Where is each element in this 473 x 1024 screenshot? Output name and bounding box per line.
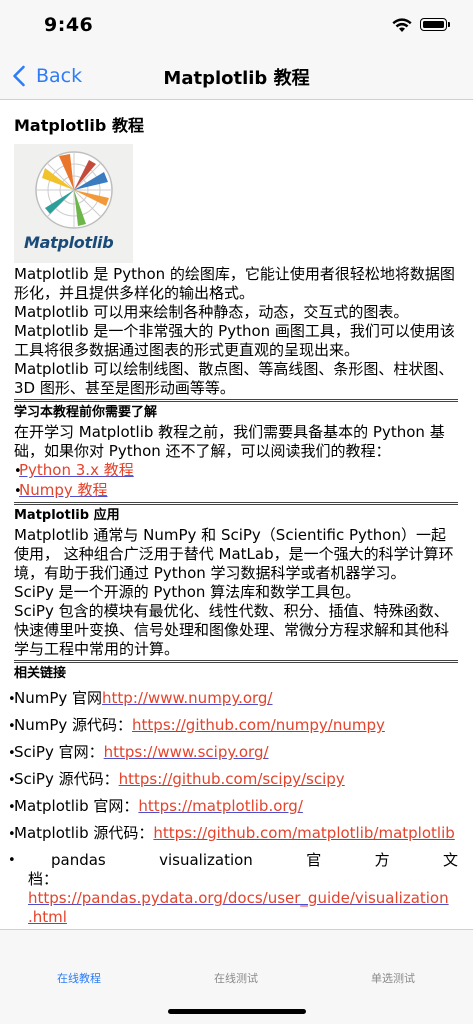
numpy-source-link[interactable]: https://github.com/numpy/numpy <box>132 716 385 735</box>
page-title: Matplotlib 教程 <box>163 68 310 89</box>
article: Matplotlib 教程 Matplotlib Matplotlib 是 Py… <box>8 115 458 927</box>
status-time: 9:46 <box>44 14 94 36</box>
label-word: visualization <box>159 851 253 869</box>
article-scroll-view[interactable]: Matplotlib 教程 Matplotlib Matplotlib 是 Py… <box>0 101 473 929</box>
pandas-visualization-link-end[interactable]: .html <box>28 908 67 926</box>
intro-paragraph: Matplotlib 可以用来绘制各种静态，动态，交互式的图表。 <box>14 303 409 321</box>
home-indicator <box>168 1009 306 1014</box>
label-word: 文 <box>442 851 458 869</box>
tab-single-choice-test[interactable]: 单选测试 <box>333 970 453 986</box>
battery-icon <box>420 18 450 31</box>
pandas-visualization-link[interactable]: https://pandas.pydata.org/docs/user_guid… <box>28 889 449 907</box>
wifi-icon <box>392 18 412 32</box>
link-label: SciPy 源代码： <box>14 770 119 788</box>
pandas-link-line: 档： https://pandas.pydata.org/docs/user_g… <box>8 870 458 927</box>
link-label: NumPy 官网 <box>14 689 103 707</box>
list-item: • Python 3.x 教程 <box>14 461 458 481</box>
list-item: • pandas visualization 官 方 文 档： https://… <box>8 851 458 927</box>
list-item: • NumPy 源代码： https://github.com/numpy/nu… <box>8 716 458 736</box>
bullet-dot: • <box>8 853 16 868</box>
list-item: • Matplotlib 源代码： https://github.com/mat… <box>8 824 458 844</box>
screen: 9:46 Back Matplotlib 教程 Matplotlib 教程 Ma… <box>0 0 473 1024</box>
label-word: 官 <box>306 851 322 869</box>
usage-paragraph: SciPy 包含的模块有最优化、线性代数、积分、插值、特殊函数、快速傅里叶变换、… <box>14 602 450 658</box>
prereq-text: 在开学习 Matplotlib 教程之前，我们需要具备基本的 Python 基础… <box>14 423 445 460</box>
navigation-bar: Back Matplotlib 教程 <box>0 52 473 100</box>
scipy-source-link[interactable]: https://github.com/scipy/scipy <box>119 770 345 789</box>
link-label: Matplotlib 官网： <box>14 797 139 815</box>
python-tutorial-link[interactable]: Python 3.x 教程 <box>19 461 134 480</box>
matplotlib-logo-icon <box>35 151 113 229</box>
numpy-tutorial-link[interactable]: Numpy 教程 <box>19 481 108 500</box>
pandas-label-line: • pandas visualization 官 方 文 <box>8 851 458 870</box>
related-heading: 相关链接 <box>14 666 67 681</box>
list-item: • SciPy 源代码： https://github.com/scipy/sc… <box>8 770 458 790</box>
usage-paragraph: Matplotlib 通常与 NumPy 和 SciPy（Scientific … <box>14 526 454 582</box>
link-label: NumPy 源代码： <box>14 716 133 734</box>
scipy-site-link[interactable]: https://www.scipy.org/ <box>104 743 269 762</box>
list-item: • SciPy 官网： https://www.scipy.org/ <box>8 743 458 763</box>
label-word: 方 <box>374 851 390 869</box>
usage-heading: Matplotlib 应用 <box>14 508 120 523</box>
intro-paragraph: Matplotlib 是 Python 的绘图库，它能让使用者很轻松地将数据图形… <box>14 265 455 302</box>
tab-online-tutorial[interactable]: 在线教程 <box>19 970 139 986</box>
article-title: Matplotlib 教程 <box>14 116 144 135</box>
related-links-list: • NumPy 官网 http://www.numpy.org/ • NumPy… <box>8 689 458 927</box>
label-word: pandas <box>51 851 106 869</box>
usage-paragraph: SciPy 是一个开源的 Python 算法库和数学工具包。 <box>14 583 361 601</box>
matplotlib-logo: Matplotlib <box>14 144 133 263</box>
intro-paragraph: Matplotlib 可以绘制线图、散点图、等高线图、条形图、柱状图、3D 图形… <box>14 360 454 397</box>
logo-text: Matplotlib <box>24 233 114 252</box>
matplotlib-source-link[interactable]: https://github.com/matplotlib/matplotlib <box>153 824 454 843</box>
link-label: Matplotlib 源代码： <box>14 824 154 842</box>
tab-online-test[interactable]: 在线测试 <box>176 970 296 986</box>
numpy-site-link[interactable]: http://www.numpy.org/ <box>102 689 272 708</box>
intro-paragraph: Matplotlib 是一个非常强大的 Python 画图工具，我们可以使用该工… <box>14 322 455 359</box>
status-bar: 9:46 <box>0 0 473 52</box>
divider <box>14 660 458 664</box>
list-item: • Numpy 教程 <box>14 481 458 501</box>
list-item: • NumPy 官网 http://www.numpy.org/ <box>8 689 458 709</box>
divider <box>14 502 458 506</box>
matplotlib-site-link[interactable]: https://matplotlib.org/ <box>138 797 302 816</box>
divider <box>14 399 458 403</box>
prereq-heading: 学习本教程前你需要了解 <box>14 405 158 420</box>
list-item: • Matplotlib 官网： https://matplotlib.org/ <box>8 797 458 817</box>
link-label: SciPy 官网： <box>14 743 104 761</box>
link-label: 档： <box>28 870 59 888</box>
